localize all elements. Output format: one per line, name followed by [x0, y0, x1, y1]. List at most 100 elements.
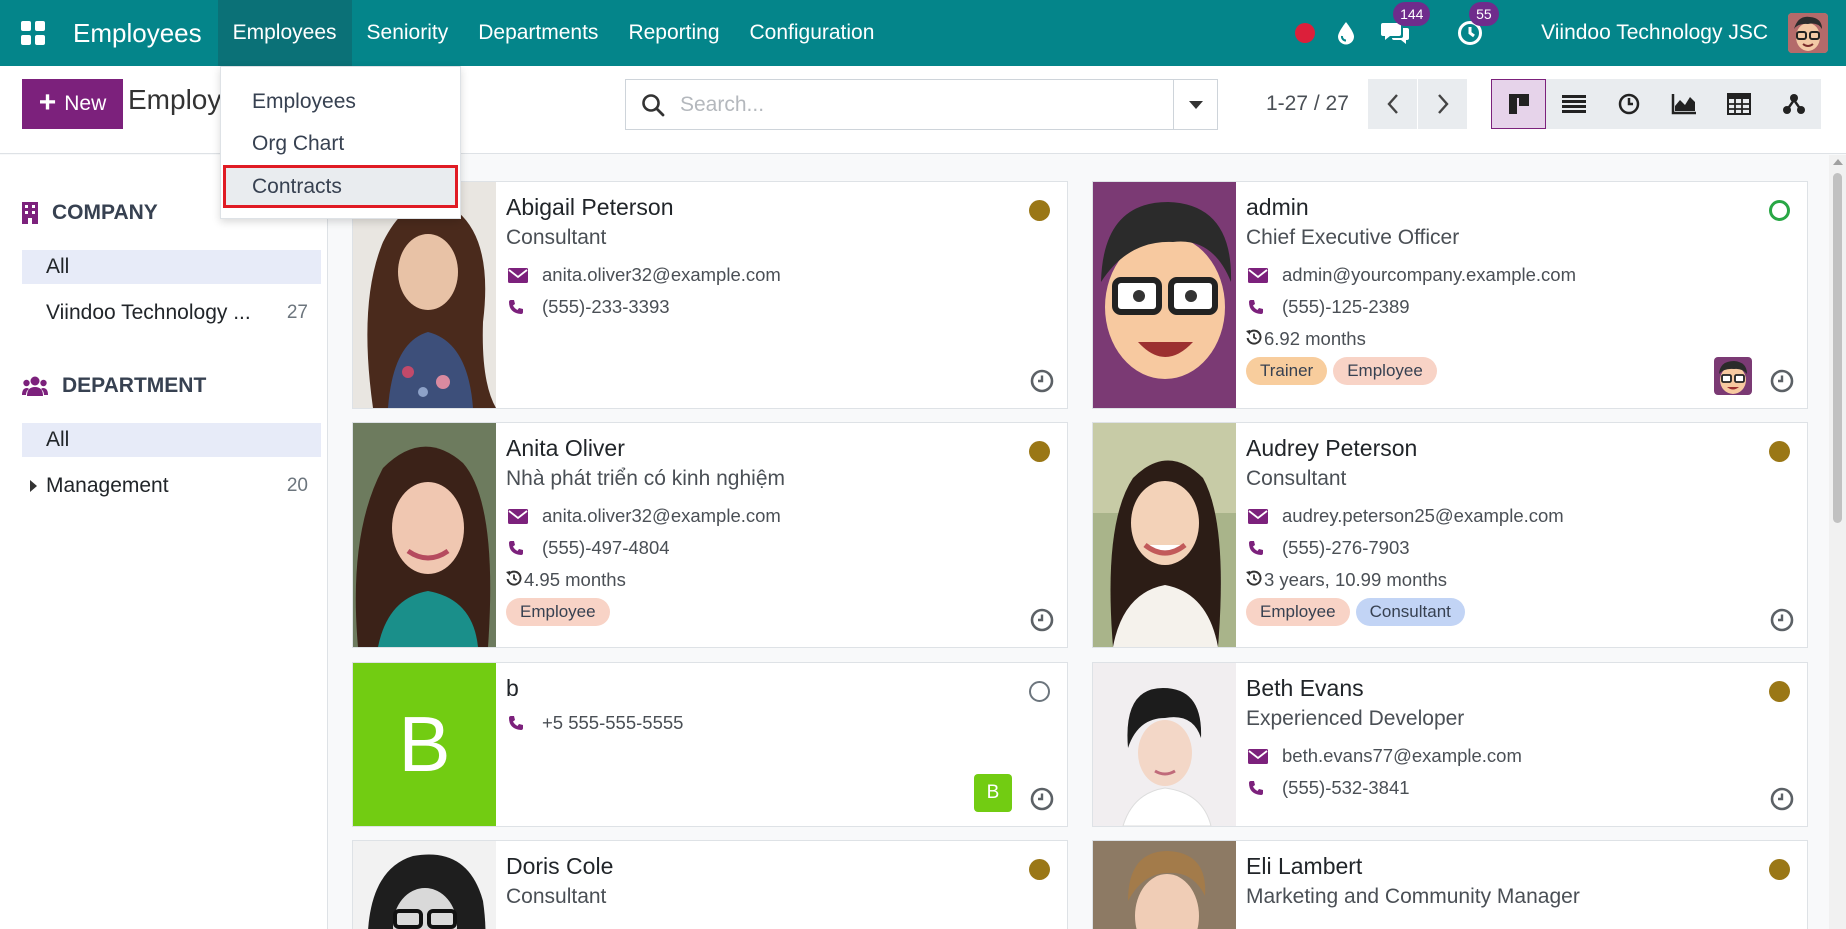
users-icon [22, 376, 48, 396]
graph-view-icon [1671, 94, 1696, 115]
employee-seniority: 6.92 months [1246, 323, 1793, 355]
employee-photo [1093, 663, 1236, 826]
employee-photo [353, 841, 496, 929]
menu-employees[interactable]: Employees [217, 0, 352, 66]
envelope-icon [1246, 267, 1282, 283]
employee-card[interactable]: Eli Lambert Marketing and Community Mana… [1092, 840, 1808, 929]
recording-indicator[interactable] [1295, 23, 1316, 43]
activity-clock-icon[interactable] [1030, 369, 1054, 398]
search-input[interactable] [680, 92, 1173, 117]
search-options-toggle[interactable] [1173, 80, 1217, 129]
employee-phone: (555)-497-4804 [506, 532, 1053, 564]
systray: 144 55 Viindoo Technology JSC [1273, 0, 1846, 66]
employee-card[interactable]: Doris Cole Consultant [352, 840, 1068, 929]
seniority-text: 6.92 months [1264, 328, 1366, 349]
graph-view-button[interactable] [1656, 79, 1711, 129]
new-button[interactable]: + New [22, 79, 123, 129]
dropdown-item-employees[interactable]: Employees [221, 81, 460, 123]
company-section-header: COMPANY [22, 201, 158, 225]
activity-clock-icon[interactable] [1770, 787, 1794, 816]
email-text[interactable]: admin@yourcompany.example.com [1282, 264, 1576, 286]
employee-email: audrey.peterson25@example.com [1246, 500, 1793, 532]
menu-seniority[interactable]: Seniority [352, 0, 464, 66]
employee-card[interactable]: admin Chief Executive Officer admin@your… [1092, 181, 1808, 409]
pager-previous-button[interactable] [1368, 79, 1417, 129]
email-text[interactable]: audrey.peterson25@example.com [1282, 505, 1564, 527]
phone-icon [1246, 780, 1282, 796]
history-icon [1246, 569, 1262, 591]
activity-clock-icon[interactable] [1770, 608, 1794, 637]
hierarchy-view-button[interactable] [1766, 79, 1821, 129]
menu-reporting[interactable]: Reporting [613, 0, 734, 66]
chevron-right-icon [1437, 94, 1449, 114]
card-body: Eli Lambert Marketing and Community Mana… [1246, 853, 1793, 918]
card-body: Audrey Peterson Consultant audrey.peters… [1246, 435, 1793, 626]
user-avatar[interactable] [1788, 13, 1828, 53]
employee-card[interactable]: Anita Oliver Nhà phát triển có kinh nghi… [352, 422, 1068, 648]
dropdown-item-org-chart[interactable]: Org Chart [221, 123, 460, 165]
phone-icon [506, 715, 542, 731]
envelope-icon [506, 267, 542, 283]
dropdown-item-contracts[interactable]: Contracts [223, 165, 458, 208]
employee-card[interactable]: Beth Evans Experienced Developer beth.ev… [1092, 662, 1808, 827]
user-avatar-image [1788, 13, 1828, 53]
employee-name: admin [1246, 194, 1309, 220]
phone-text: (555)-497-4804 [542, 537, 670, 558]
email-text[interactable]: anita.oliver32@example.com [542, 264, 781, 286]
pager-value[interactable]: 1-27 / 27 [1266, 92, 1349, 116]
caret-right-icon[interactable] [30, 480, 37, 492]
messaging-menu[interactable]: 144 [1381, 2, 1431, 46]
employee-photo [1093, 423, 1236, 647]
company-switcher[interactable]: Viindoo Technology JSC [1541, 21, 1768, 45]
employee-name: Abigail Peterson [506, 194, 674, 220]
theme-toggle[interactable] [1337, 21, 1355, 45]
kanban-view-button[interactable] [1491, 79, 1546, 129]
department-section-header: DEPARTMENT [22, 374, 206, 398]
pivot-view-button[interactable] [1711, 79, 1766, 129]
department-filter-all[interactable]: All [22, 423, 321, 457]
department-section-title: DEPARTMENT [62, 374, 207, 397]
presence-status-icon [1029, 441, 1050, 462]
list-view-button[interactable] [1546, 79, 1601, 129]
kanban-view: Abigail Peterson Consultant anita.oliver… [329, 155, 1829, 929]
manager-avatar[interactable]: B [974, 774, 1012, 812]
pager-next-button[interactable] [1418, 79, 1467, 129]
activity-clock-icon[interactable] [1030, 608, 1054, 637]
employee-phone: +5 555-555-5555 [506, 707, 1053, 739]
activity-menu[interactable]: 55 [1457, 2, 1499, 46]
email-text[interactable]: anita.oliver32@example.com [542, 505, 781, 527]
email-text[interactable]: beth.evans77@example.com [1282, 745, 1522, 767]
scroll-thumb[interactable] [1833, 173, 1842, 523]
employees-menu-dropdown: Employees Org Chart Contracts [220, 66, 461, 219]
search-bar [625, 79, 1218, 130]
kanban-scrollbar[interactable] [1829, 155, 1846, 929]
app-switcher-button[interactable] [0, 0, 66, 66]
card-body: Abigail Peterson Consultant anita.oliver… [506, 194, 1053, 323]
employee-card[interactable]: B b +5 555-555-5555 B [352, 662, 1068, 827]
scroll-up-arrow-icon[interactable] [1833, 159, 1843, 165]
menu-configuration[interactable]: Configuration [735, 0, 890, 66]
activity-clock-icon[interactable] [1030, 787, 1054, 816]
presence-status-icon [1769, 859, 1790, 880]
filter-count: 27 [286, 302, 308, 323]
card-body: admin Chief Executive Officer admin@your… [1246, 194, 1793, 385]
envelope-icon [1246, 508, 1282, 524]
employee-name: Audrey Peterson [1246, 435, 1418, 461]
company-filter-viindoo[interactable]: Viindoo Technology ... 27 [22, 296, 321, 330]
manager-avatar[interactable] [1714, 357, 1752, 395]
company-filter-all[interactable]: All [22, 250, 321, 284]
app-title[interactable]: Employees [66, 0, 218, 66]
employee-card[interactable]: Audrey Peterson Consultant audrey.peters… [1092, 422, 1808, 648]
employee-name: b [506, 675, 519, 701]
grid-apps-icon [21, 21, 45, 45]
employee-job: Chief Executive Officer [1246, 226, 1460, 249]
filter-count: 20 [286, 475, 308, 496]
activity-clock-icon[interactable] [1770, 369, 1794, 398]
phone-text: (555)-532-3841 [1282, 777, 1410, 798]
activity-view-button[interactable] [1601, 79, 1656, 129]
menu-departments[interactable]: Departments [463, 0, 613, 66]
history-icon [1246, 328, 1262, 350]
activities-count-badge: 55 [1469, 2, 1499, 26]
tag-list: Employee Consultant [1246, 598, 1793, 626]
department-filter-management[interactable]: Management 20 [22, 469, 321, 503]
